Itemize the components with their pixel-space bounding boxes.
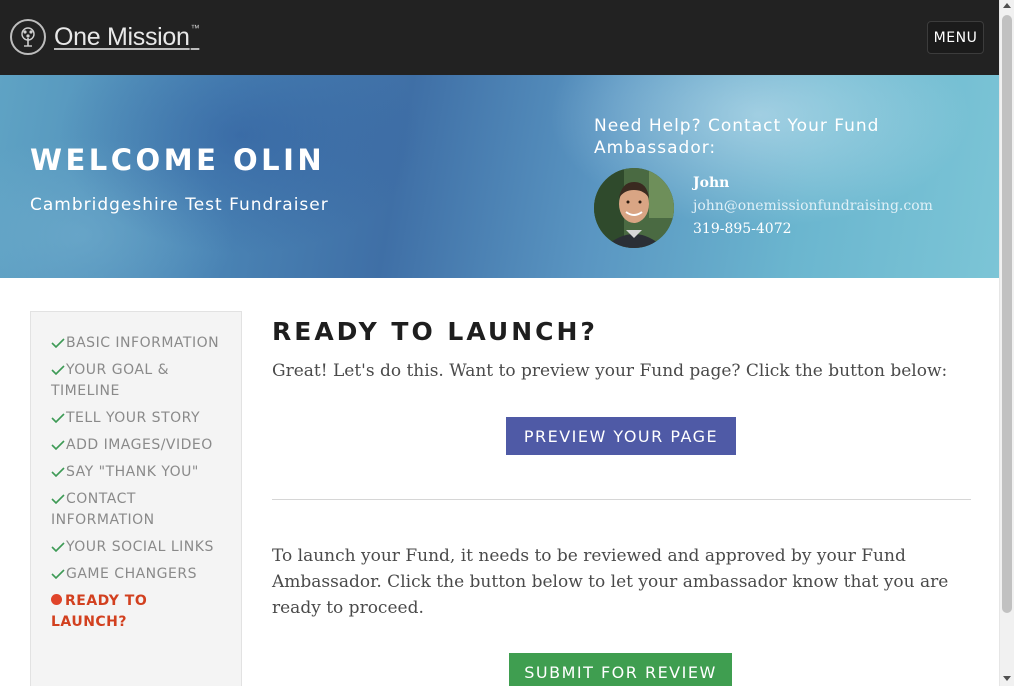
scroll-down-arrow-icon[interactable]	[1003, 676, 1011, 681]
vertical-scrollbar[interactable]	[999, 0, 1014, 686]
step-social-links[interactable]: YOUR SOCIAL LINKS	[51, 537, 221, 558]
page: One Mission™ MENU WELCOME OLIN Cambridge…	[0, 0, 999, 686]
step-contact-information[interactable]: CONTACT INFORMATION	[51, 489, 221, 531]
tree-icon	[10, 19, 46, 55]
dot-icon	[51, 594, 62, 605]
check-icon	[51, 365, 65, 375]
check-icon	[51, 494, 65, 504]
scrollbar-thumb[interactable]	[1002, 15, 1012, 613]
step-say-thank-you[interactable]: SAY "THANK YOU"	[51, 462, 221, 483]
step-label: CONTACT INFORMATION	[51, 491, 155, 528]
help-heading: Need Help? Contact Your Fund Ambassador:	[594, 116, 880, 158]
ambassador-email-link[interactable]: john@onemissionfundraising.com	[693, 198, 933, 214]
step-tell-your-story[interactable]: TELL YOUR STORY	[51, 408, 221, 429]
top-navbar: One Mission™ MENU	[0, 0, 999, 75]
step-label: YOUR GOAL & TIMELINE	[51, 362, 170, 399]
divider	[272, 499, 971, 500]
check-icon	[51, 467, 65, 477]
fundraiser-name: Cambridgeshire Test Fundraiser	[30, 195, 329, 215]
step-label: ADD IMAGES/VIDEO	[66, 437, 213, 453]
page-title: READY TO LAUNCH?	[272, 317, 598, 346]
step-goal-timeline[interactable]: YOUR GOAL & TIMELINE	[51, 360, 221, 402]
ambassador-name: John	[693, 175, 730, 191]
ambassador-avatar	[594, 168, 674, 248]
setup-steps-sidebar: BASIC INFORMATION YOUR GOAL & TIMELINE T…	[30, 311, 242, 686]
step-label: TELL YOUR STORY	[66, 410, 201, 426]
step-ready-to-launch[interactable]: READY TO LAUNCH?	[51, 591, 221, 633]
step-add-images-video[interactable]: ADD IMAGES/VIDEO	[51, 435, 221, 456]
step-label: YOUR SOCIAL LINKS	[66, 539, 214, 555]
step-label: SAY "THANK YOU"	[66, 464, 199, 480]
steps-list: BASIC INFORMATION YOUR GOAL & TIMELINE T…	[51, 333, 221, 639]
submit-for-review-button[interactable]: SUBMIT FOR REVIEW	[509, 653, 732, 686]
check-icon	[51, 413, 65, 423]
site-logo[interactable]: One Mission™	[10, 18, 200, 56]
logo-trademark: ™	[190, 22, 200, 33]
step-label: BASIC INFORMATION	[66, 335, 220, 351]
check-icon	[51, 542, 65, 552]
preview-page-button[interactable]: PREVIEW YOUR PAGE	[506, 417, 736, 455]
check-icon	[51, 338, 65, 348]
check-icon	[51, 440, 65, 450]
launch-instructions: To launch your Fund, it needs to be revi…	[272, 546, 949, 618]
step-basic-information[interactable]: BASIC INFORMATION	[51, 333, 221, 354]
ambassador-phone: 319-895-4072	[693, 221, 792, 237]
preview-instructions: Great! Let's do this. Want to preview yo…	[272, 361, 948, 381]
step-label: GAME CHANGERS	[66, 566, 197, 582]
step-label: READY TO LAUNCH?	[51, 593, 148, 630]
scroll-up-arrow-icon[interactable]	[1003, 3, 1011, 8]
welcome-heading: WELCOME OLIN	[30, 143, 326, 177]
logo-text: One Mission™	[54, 22, 200, 51]
step-game-changers[interactable]: GAME CHANGERS	[51, 564, 221, 585]
check-icon	[51, 569, 65, 579]
menu-button[interactable]: MENU	[927, 21, 984, 54]
welcome-banner: WELCOME OLIN Cambridgeshire Test Fundrai…	[0, 75, 999, 278]
